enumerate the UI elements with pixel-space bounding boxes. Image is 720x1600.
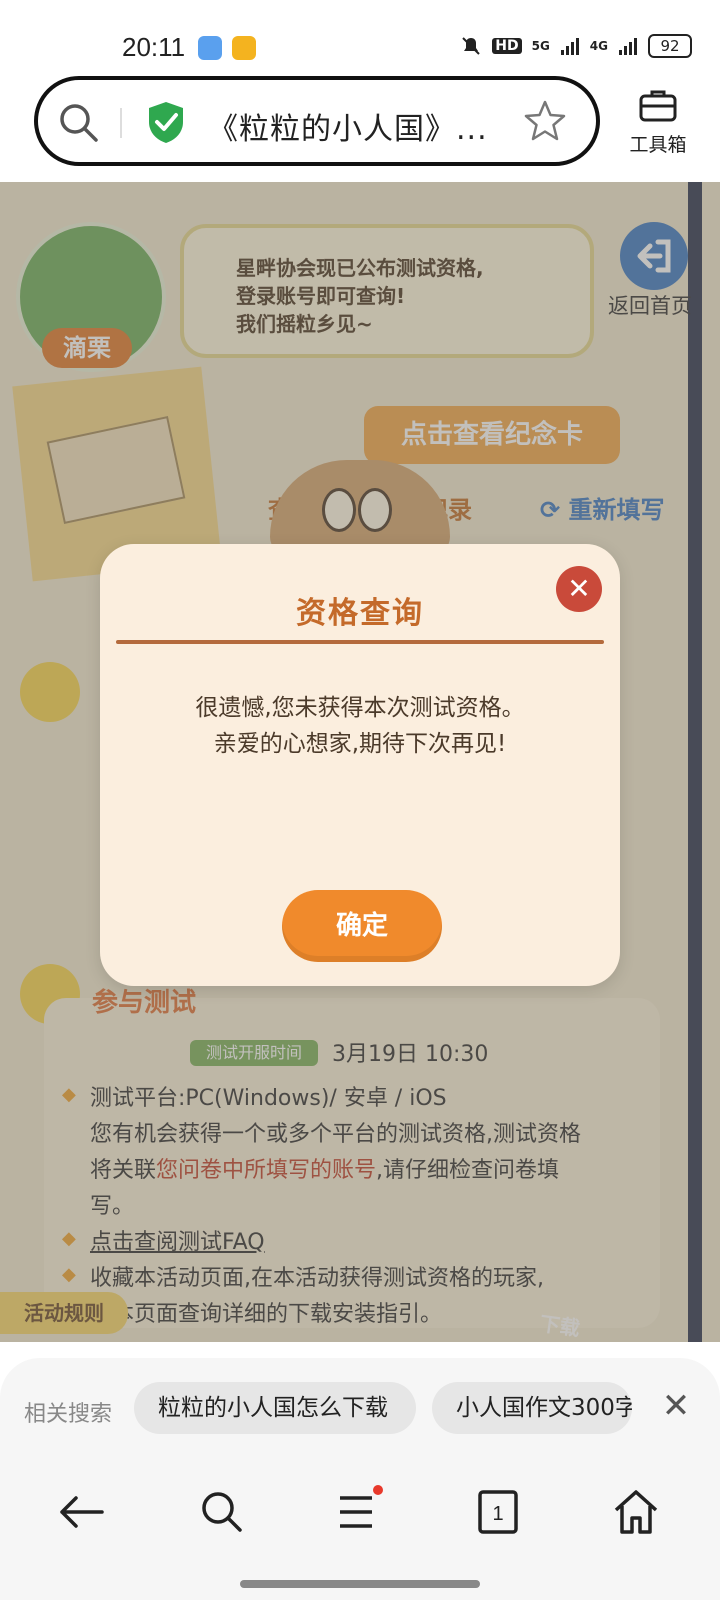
page-title[interactable]: 《粒粒的小人国》... [208,104,488,148]
modal-message-line: 亲爱的心想家,期待下次再见! [213,731,507,757]
address-divider [120,108,122,138]
tabs-count: 1 [492,1503,503,1525]
related-search-chip[interactable]: 小人国作文300字 [432,1382,632,1434]
weibo-icon [232,36,256,60]
bookmark-star-icon[interactable] [522,98,568,148]
related-search-bar: 相关搜索 粒粒的小人国怎么下载 小人国作文300字 ✕ [0,1358,720,1458]
modal-message-line: 很遗憾,您未获得本次测试资格。 [195,695,525,721]
battery-icon: 92 [648,34,692,58]
hd-badge: HD [492,38,522,54]
back-arrow-icon[interactable] [54,1484,110,1540]
close-icon[interactable]: ✕ [556,566,602,612]
toolbox-icon [639,90,677,122]
signal-4g-icon [619,38,637,55]
signal-5g-label: 5G [531,39,550,53]
toolbox-button[interactable]: 工具箱 [618,88,698,157]
status-indicators: HD 5G 4G 92 [460,34,692,58]
address-bar[interactable]: 《粒粒的小人国》... [34,76,600,166]
search-icon[interactable] [58,102,100,148]
menu-icon[interactable] [332,1484,388,1540]
qualification-modal: 资格查询 ✕ 很遗憾,您未获得本次测试资格。 亲爱的心想家,期待下次再见! 确定 [100,544,620,986]
modal-divider [116,640,604,644]
mute-icon [462,37,480,55]
toolbox-label: 工具箱 [629,134,687,156]
bottom-navbar: 1 [0,1458,720,1600]
home-indicator[interactable] [240,1580,480,1588]
modal-title: 资格查询 [296,596,424,631]
signal-4g-label: 4G [589,39,608,53]
signal-5g-icon [560,38,579,55]
home-icon[interactable] [608,1484,664,1540]
security-shield-icon[interactable] [146,100,186,148]
weather-icon [198,36,222,60]
related-search-label: 相关搜索 [24,1402,113,1427]
battery-level: 92 [660,37,680,55]
status-time: 20:11 [122,32,186,62]
close-icon[interactable]: ✕ [660,1382,692,1430]
related-search-chip[interactable]: 粒粒的小人国怎么下载 [134,1382,416,1434]
search-icon[interactable] [194,1484,250,1540]
confirm-button[interactable]: 确定 [282,890,442,962]
tabs-icon[interactable]: 1 [470,1484,526,1540]
